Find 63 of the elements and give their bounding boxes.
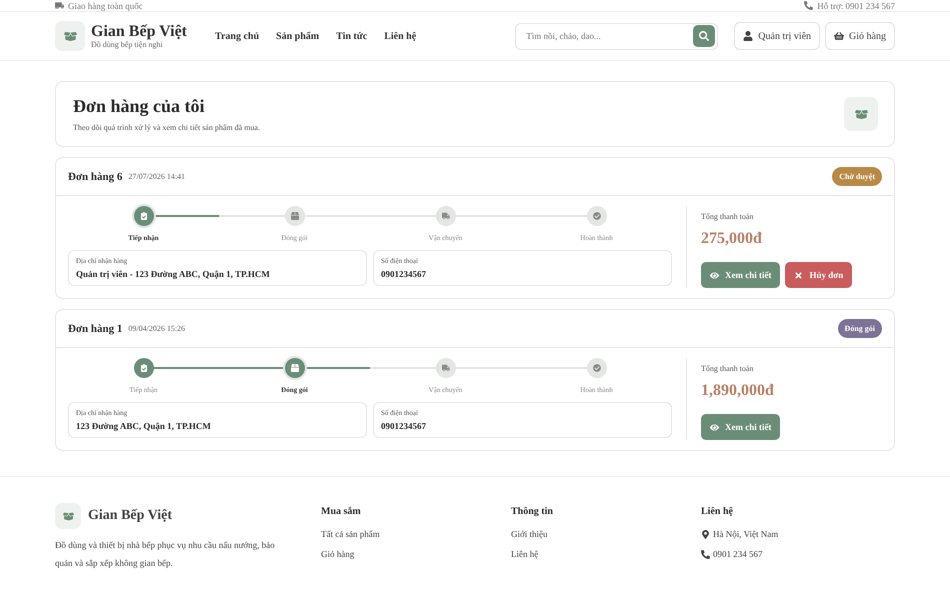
page-subtitle: Theo dõi quá trình xử lý và xem chi tiết sản phẩm đã mua. (73, 123, 260, 132)
address-value: Quản trị viên - 123 Đường ABC, Quận 1, TP.HCM (76, 269, 271, 279)
status-badge: Chờ duyệt (832, 167, 882, 186)
total-label: Tổng thanh toán (701, 212, 754, 221)
footer-link[interactable]: Hà Nội, Việt Nam (701, 529, 895, 539)
footer-link[interactable]: Giỏ hàng (321, 549, 511, 559)
search-field[interactable]: Tìm nồi, chảo, dao... (515, 22, 718, 50)
footer-heading: Mua sắm (321, 506, 362, 517)
order-date: 09/04/2026 15:26 (128, 324, 186, 333)
basket-icon (834, 31, 844, 41)
view-details-button[interactable]: Xem chi tiết (701, 262, 780, 288)
support-note: Hỗ trợ: 0901 234 567 (804, 0, 895, 10)
logo-icon[interactable] (55, 21, 85, 51)
phone-value: 0901234567 (381, 269, 427, 279)
box-icon (290, 212, 298, 220)
total-amount: 1,890,000đ (701, 382, 775, 400)
shipping-note: Giao hàng toàn quốc (55, 0, 143, 10)
box-icon (290, 364, 298, 372)
eye-icon (710, 422, 719, 432)
address-value: 123 Đường ABC, Quận 1, TP.HCM (76, 421, 212, 431)
search-icon (699, 30, 710, 40)
footer-link[interactable]: Tất cả sản phẩm (321, 529, 511, 539)
phone-value: 0901234567 (381, 421, 427, 431)
search-button[interactable] (693, 24, 716, 46)
total-amount: 275,000đ (701, 230, 763, 248)
truck-icon (55, 1, 64, 10)
eye-icon (710, 270, 719, 280)
order-date: 27/07/2026 14:41 (128, 172, 186, 181)
nav-link[interactable]: Tin tức (336, 30, 368, 42)
logo-icon (55, 503, 81, 529)
nav-link[interactable]: Trang chủ (215, 30, 260, 42)
order-title: Đơn hàng 1 (68, 322, 122, 334)
footer-link[interactable]: Liên hệ (511, 549, 701, 559)
footer-brand: Gian Bếp Việt (88, 508, 172, 524)
footer-heading: Liên hệ (701, 506, 734, 517)
status-badge: Đóng gói (838, 319, 882, 338)
footer-heading: Thông tin (511, 506, 554, 517)
check-icon (592, 212, 600, 220)
order-title: Đơn hàng 6 (68, 170, 122, 182)
brand-name[interactable]: Gian Bếp Việt (91, 22, 188, 40)
user-icon (743, 31, 754, 41)
footer-link[interactable]: Giới thiệu (511, 529, 701, 539)
location-pin-icon (701, 530, 710, 538)
page-title: Đơn hàng của tôi (73, 96, 206, 117)
check-icon (592, 364, 600, 372)
view-details-button[interactable]: Xem chi tiết (701, 414, 780, 440)
box-icon (844, 97, 878, 131)
phone-icon (701, 550, 710, 558)
account-button[interactable]: Quản trị viên (734, 22, 820, 50)
footer-link[interactable]: 0901 234 567 (701, 549, 895, 559)
nav-link[interactable]: Liên hệ (384, 30, 416, 42)
clipboard-icon (140, 364, 148, 372)
truck-icon (442, 364, 450, 372)
brand-tagline: Đồ dùng bếp tiện nghi (91, 40, 164, 50)
cancel-order-button[interactable]: Hủy đơn (785, 262, 852, 288)
footer-description: Đồ dùng và thiết bị nhà bếp phục vụ nhu cầu nấu nướng, bảo quản và sắp xếp không gian bếp. (55, 539, 276, 570)
total-label: Tổng thanh toán (701, 364, 754, 373)
close-icon (794, 270, 804, 280)
cart-button[interactable]: Giỏ hàng (825, 22, 895, 50)
truck-icon (442, 212, 450, 220)
phone-icon (804, 1, 814, 10)
clipboard-icon (140, 212, 148, 220)
nav-link[interactable]: Sản phẩm (276, 30, 320, 42)
